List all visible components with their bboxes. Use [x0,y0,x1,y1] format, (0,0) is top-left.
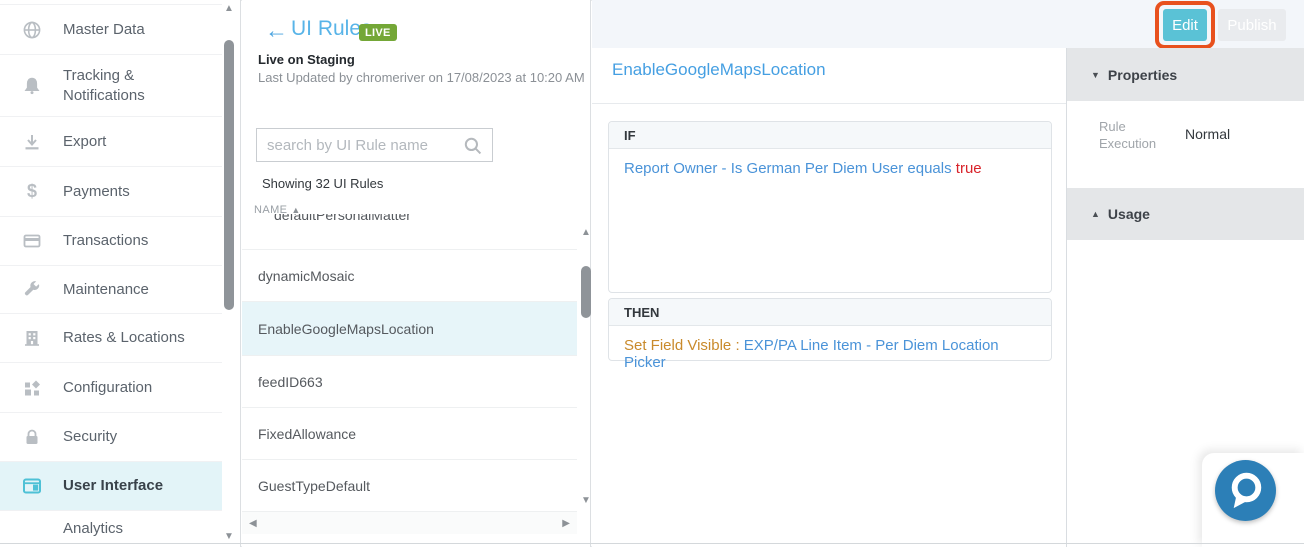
section-label: Properties [1108,67,1177,83]
building-icon [22,328,42,348]
sidebar-item-label: User Interface [63,476,213,496]
rule-name: EnableGoogleMapsLocation [258,321,434,337]
list-scrollbar-thumb[interactable] [581,266,591,318]
chat-bubble-icon [1216,507,1275,522]
rule-search-input[interactable] [267,129,462,161]
blocks-icon [22,378,42,398]
globe-icon [22,20,42,40]
collapse-closed-icon: ▲ [1091,209,1100,219]
top-action-bar: Edit Publish [592,0,1304,48]
rule-name: FixedAllowance [258,426,356,442]
search-icon [463,136,483,161]
sidebar-item-label: Master Data [63,20,213,40]
if-header: IF [609,122,1051,149]
sidebar-item-label: Analytics [63,519,213,539]
sidebar-item-label: Security [63,427,213,447]
window-layout-icon [22,476,42,496]
sidebar-item-label: Tracking & Notifications [63,66,213,106]
staging-status: Live on Staging [258,52,355,67]
then-card: THEN Set Field Visible : EXP/PA Line Ite… [608,298,1052,361]
scroll-up-icon[interactable]: ▲ [221,2,237,16]
usage-section-header[interactable]: ▲ Usage [1067,188,1304,240]
sidebar-item-tracking-notifications[interactable]: Tracking & Notifications [0,55,222,117]
sidebar-item-analytics[interactable]: Analytics [0,511,222,547]
rule-detail-panel: EnableGoogleMapsLocation IF Report Owner… [592,48,1066,547]
rule-name: dynamicMosaic [258,268,354,284]
if-card: IF Report Owner - Is German Per Diem Use… [608,121,1052,293]
collapse-open-icon: ▼ [1091,70,1100,80]
dollar-icon: $ [22,182,42,202]
sidebar-item-security[interactable]: Security [0,413,222,462]
sidebar-item-transactions[interactable]: Transactions [0,217,222,266]
sidebar-item-user-interface[interactable]: User Interface [0,462,222,511]
rule-name: defaultPersonalMatter [274,214,411,223]
divider [592,103,1066,104]
rule-search-box [256,128,493,162]
section-label: Usage [1108,206,1150,222]
list-horizontal-scrollbar[interactable]: ◀ ▶ [242,512,577,534]
list-item[interactable]: feedID663 [242,356,577,408]
sidebar-item-label: Transactions [63,231,213,251]
window-bottom-edge [0,543,1304,544]
list-scrollbar[interactable]: ▲ ▼ [578,222,593,512]
list-item[interactable]: FixedAllowance [242,408,577,460]
edit-button[interactable]: Edit [1163,9,1207,41]
rule-execution-label: Rule Execution [1099,118,1165,152]
sidebar-scrollbar[interactable]: ▲ ▼ [221,0,237,547]
rule-title: EnableGoogleMapsLocation [612,60,826,80]
sidebar-item-label: Export [63,132,213,152]
analytics-icon-placeholder [22,519,42,539]
if-body: Report Owner - Is German Per Diem User e… [609,149,1051,188]
sidebar-item-maintenance[interactable]: Maintenance [0,266,222,314]
sidebar-item-label: Configuration [63,378,213,398]
scroll-down-icon[interactable]: ▼ [221,530,237,544]
then-header: THEN [609,299,1051,326]
rule-name: GuestTypeDefault [258,478,370,494]
rule-name: feedID663 [258,374,323,390]
sidebar-item-label: Maintenance [63,280,213,300]
back-arrow-icon[interactable]: ← [265,17,288,44]
wrench-icon [22,280,42,300]
sidebar: Master Data Tracking & Notifications Exp… [0,0,241,547]
credit-card-icon [22,231,42,251]
bell-icon [22,76,42,96]
then-body: Set Field Visible : EXP/PA Line Item - P… [609,326,1051,382]
if-condition-link[interactable]: Report Owner - Is German Per Diem User e… [624,160,952,177]
sidebar-scrollbar-thumb[interactable] [224,40,234,310]
sidebar-item-master-data[interactable]: Master Data [0,4,222,55]
sidebar-item-label: Rates & Locations [63,328,213,348]
sidebar-item-configuration[interactable]: Configuration [0,363,222,413]
last-updated-text: Last Updated by chromeriver on 17/08/202… [258,70,588,86]
publish-button[interactable]: Publish [1218,9,1286,41]
app-window: Master Data Tracking & Notifications Exp… [0,0,1304,547]
live-badge: LIVE [359,24,397,41]
list-item-selected[interactable]: EnableGoogleMapsLocation [242,302,577,356]
rules-list-panel: ← UI Rules LIVE Live on Staging Last Upd… [242,0,591,547]
sidebar-item-label: Payments [63,182,213,202]
list-item[interactable]: defaultPersonalMatter [242,214,577,250]
lock-icon [22,427,42,447]
if-condition-value: true [956,160,982,177]
then-action-label: Set Field Visible : [624,337,740,354]
list-item[interactable]: GuestTypeDefault [242,460,577,512]
download-icon [22,132,42,152]
scroll-right-icon[interactable]: ▶ [562,518,570,529]
scroll-left-icon[interactable]: ◀ [249,518,257,529]
chat-bubble-button[interactable] [1215,460,1276,521]
showing-count-text: Showing 32 UI Rules [262,176,383,191]
list-item[interactable]: dynamicMosaic [242,250,577,302]
sidebar-item-payments[interactable]: $ Payments [0,167,222,217]
rule-execution-value: Normal [1185,126,1230,142]
sidebar-item-export[interactable]: Export [0,117,222,167]
sidebar-item-rates-locations[interactable]: Rates & Locations [0,314,222,363]
properties-section-header[interactable]: ▼ Properties [1067,48,1304,101]
